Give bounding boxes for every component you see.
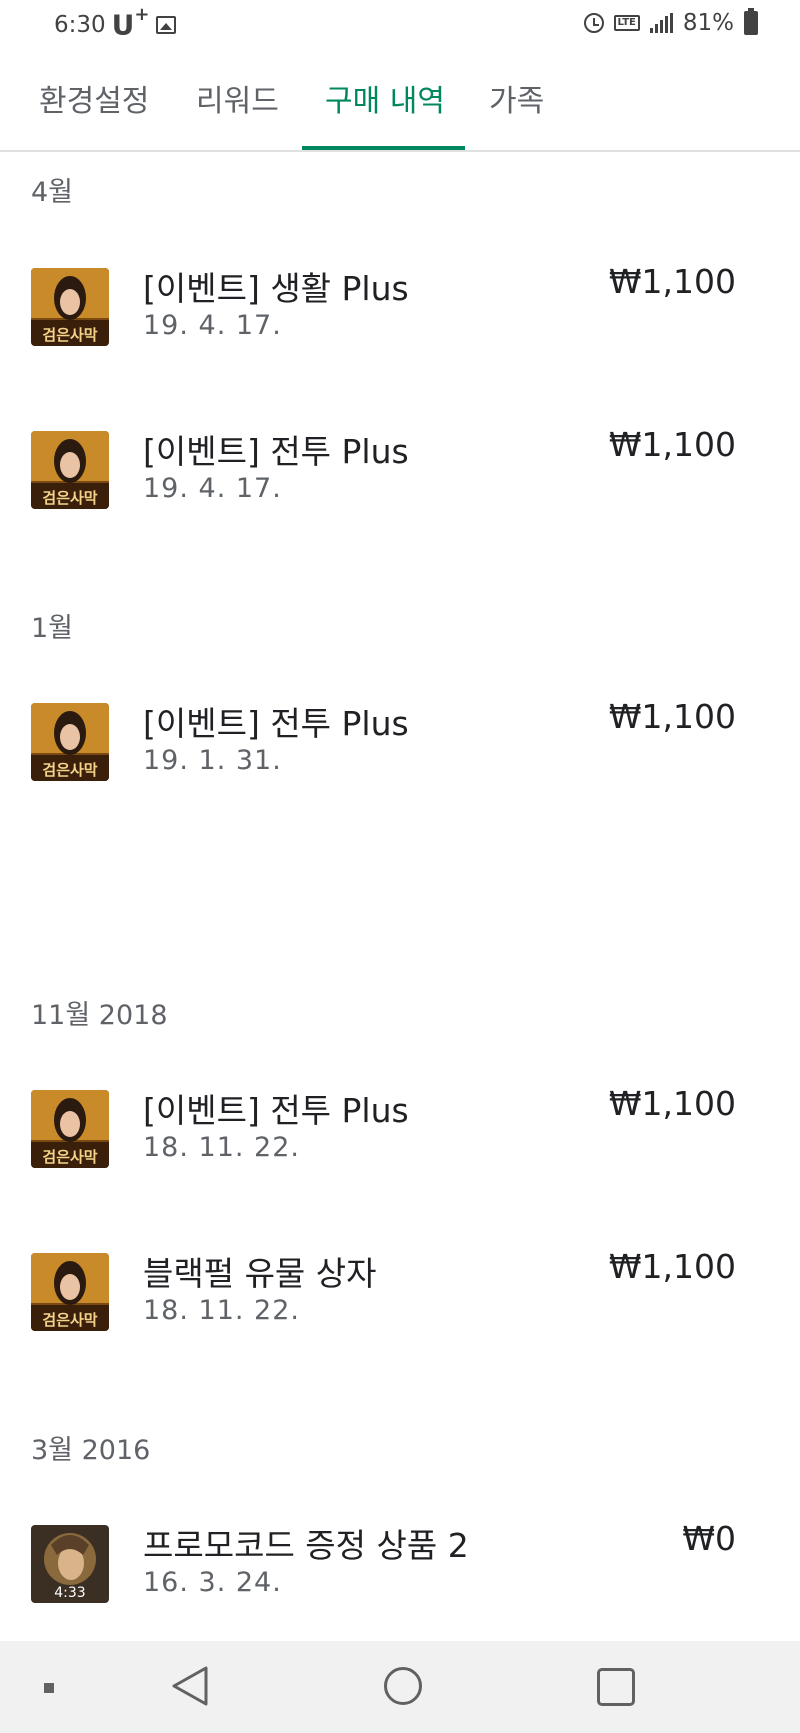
section-header: 11월 2018 xyxy=(31,1000,168,1031)
status-bar: 6:30 U+ LTE 81% xyxy=(0,0,800,52)
item-price: ₩1,100 xyxy=(608,1247,736,1286)
item-price: ₩1,100 xyxy=(608,425,736,464)
item-price: ₩0 xyxy=(682,1519,736,1558)
section-header: 3월 2016 xyxy=(31,1435,151,1466)
item-price: ₩1,100 xyxy=(608,697,736,736)
svg-text:검은사막: 검은사막 xyxy=(42,489,97,507)
purchase-item[interactable]: 검은사막 블랙펄 유물 상자 18. 11. 22. ₩1,100 xyxy=(0,1247,800,1333)
battery-icon xyxy=(744,8,758,35)
item-date: 19. 1. 31. xyxy=(143,745,282,776)
tab-purchase-history[interactable]: 구매 내역 xyxy=(325,76,445,120)
battery-percent: 81% xyxy=(682,10,734,36)
lte-icon: LTE xyxy=(613,15,640,31)
back-icon[interactable] xyxy=(170,1665,210,1711)
status-time: 6:30 xyxy=(54,11,106,38)
svg-text:검은사막: 검은사막 xyxy=(42,1311,97,1329)
carrier-label: U+ xyxy=(111,4,150,42)
tab-rewards[interactable]: 리워드 xyxy=(196,76,279,120)
svg-text:검은사막: 검은사막 xyxy=(42,326,97,344)
app-thumbnail: 4:33 xyxy=(31,1525,109,1603)
purchase-item[interactable]: 검은사막 [이벤트] 전투 Plus 18. 11. 22. ₩1,100 xyxy=(0,1084,800,1170)
svg-text:4:33: 4:33 xyxy=(54,1585,85,1601)
section-header: 1월 xyxy=(31,613,74,644)
app-thumbnail: 검은사막 xyxy=(31,1253,109,1331)
purchase-item[interactable]: 검은사막 [이벤트] 전투 Plus 19. 4. 17. ₩1,100 xyxy=(0,425,800,511)
item-price: ₩1,100 xyxy=(608,262,736,301)
active-tab-indicator xyxy=(302,146,465,150)
item-title: [이벤트] 전투 Plus xyxy=(143,1091,409,1130)
alarm-icon xyxy=(583,13,604,33)
item-price: ₩1,100 xyxy=(608,1084,736,1123)
item-date: 16. 3. 24. xyxy=(143,1567,282,1598)
signal-icon xyxy=(649,13,673,33)
item-date: 18. 11. 22. xyxy=(143,1295,300,1326)
purchase-item[interactable]: 4:33 프로모코드 증정 상품 2 16. 3. 24. ₩0 xyxy=(0,1519,800,1605)
item-date: 19. 4. 17. xyxy=(143,310,282,341)
item-title: 블랙펄 유물 상자 xyxy=(143,1254,377,1293)
svg-text:검은사막: 검은사막 xyxy=(42,1148,97,1166)
app-thumbnail: 검은사막 xyxy=(31,1090,109,1168)
item-title: [이벤트] 전투 Plus xyxy=(143,704,409,743)
item-date: 19. 4. 17. xyxy=(143,473,282,504)
section-header: 4월 xyxy=(31,177,74,208)
gallery-notification-icon xyxy=(155,15,176,34)
svg-text:검은사막: 검은사막 xyxy=(42,761,97,779)
purchase-item[interactable]: 검은사막 [이벤트] 생활 Plus 19. 4. 17. ₩1,100 xyxy=(0,262,800,348)
system-nav-bar xyxy=(0,1641,800,1733)
item-title: 프로모코드 증정 상품 2 xyxy=(143,1526,469,1565)
item-date: 18. 11. 22. xyxy=(143,1132,300,1163)
tab-settings[interactable]: 환경설정 xyxy=(39,76,149,120)
tab-family[interactable]: 가족 xyxy=(489,76,544,120)
item-title: [이벤트] 전투 Plus xyxy=(143,432,409,471)
nav-indicator-dot xyxy=(44,1683,54,1693)
app-thumbnail: 검은사막 xyxy=(31,703,109,781)
purchase-item[interactable]: 검은사막 [이벤트] 전투 Plus 19. 1. 31. ₩1,100 xyxy=(0,697,800,783)
item-title: [이벤트] 생활 Plus xyxy=(143,269,409,308)
tab-bar: 환경설정 리워드 구매 내역 가족 xyxy=(0,56,800,152)
home-icon[interactable] xyxy=(384,1667,422,1705)
app-thumbnail: 검은사막 xyxy=(31,431,109,509)
app-thumbnail: 검은사막 xyxy=(31,268,109,346)
recent-apps-icon[interactable] xyxy=(597,1668,635,1706)
